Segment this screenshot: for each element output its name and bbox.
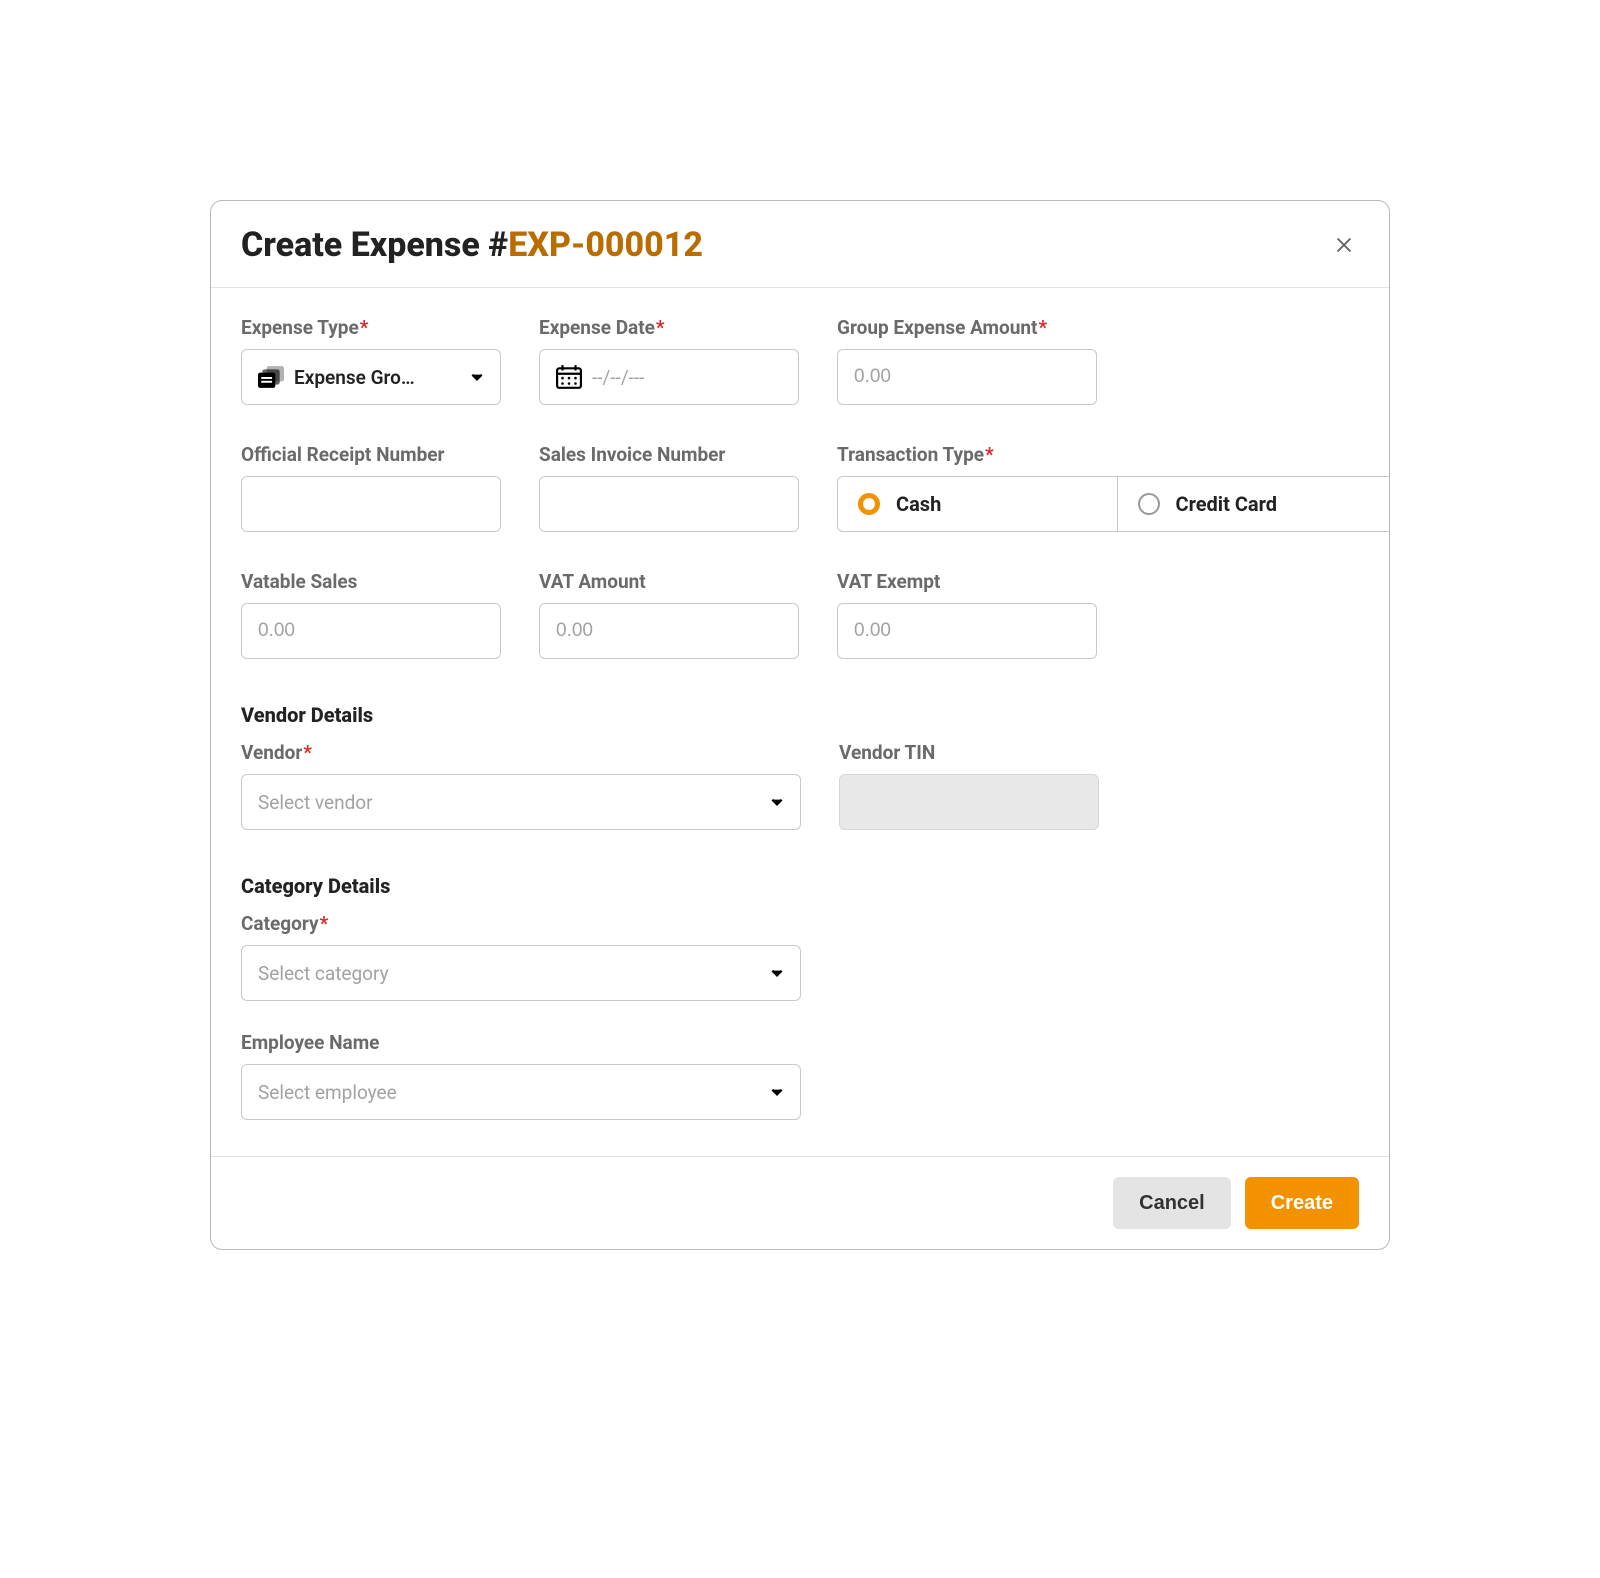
input-expense-date[interactable]: --/--/--- bbox=[539, 349, 799, 405]
chevron-down-icon bbox=[770, 966, 784, 980]
select-expense-type[interactable]: Expense Gro… bbox=[241, 349, 501, 405]
input-vendor-tin bbox=[839, 774, 1099, 830]
radio-cash[interactable]: Cash bbox=[838, 477, 1117, 531]
input-or-number[interactable] bbox=[241, 476, 501, 532]
label-vatable: Vatable Sales bbox=[241, 570, 501, 593]
label-vendor-tin: Vendor TIN bbox=[839, 741, 1099, 764]
radio-credit-card[interactable]: Credit Card bbox=[1117, 477, 1391, 531]
title-expense-id: EXP-000012 bbox=[508, 225, 703, 265]
label-group-amount: Group Expense Amount* bbox=[837, 316, 1097, 339]
modal-header: Create Expense # EXP-000012 bbox=[211, 201, 1389, 288]
field-or-number: Official Receipt Number bbox=[241, 443, 501, 532]
field-vat-amount: VAT Amount bbox=[539, 570, 799, 659]
radio-indicator-cash bbox=[858, 493, 880, 515]
modal-footer: Cancel Create bbox=[211, 1156, 1389, 1249]
chevron-down-icon bbox=[770, 795, 784, 809]
close-button[interactable] bbox=[1329, 230, 1359, 260]
label-expense-date: Expense Date* bbox=[539, 316, 799, 339]
employee-placeholder: Select employee bbox=[258, 1081, 760, 1104]
close-icon bbox=[1333, 234, 1355, 256]
label-or-number: Official Receipt Number bbox=[241, 443, 501, 466]
create-expense-modal: Create Expense # EXP-000012 Expense Type… bbox=[210, 200, 1390, 1250]
modal-title: Create Expense # EXP-000012 bbox=[241, 225, 703, 265]
input-vat-exempt[interactable] bbox=[837, 603, 1097, 659]
label-transaction-type: Transaction Type* bbox=[837, 443, 1390, 466]
input-vatable-sales[interactable] bbox=[241, 603, 501, 659]
field-expense-date: Expense Date* --/--/--- bbox=[539, 316, 799, 405]
field-si-number: Sales Invoice Number bbox=[539, 443, 799, 532]
expense-group-icon bbox=[258, 366, 284, 388]
label-expense-type: Expense Type* bbox=[241, 316, 501, 339]
field-vatable-sales: Vatable Sales bbox=[241, 570, 501, 659]
field-expense-type: Expense Type* Expense Gro… bbox=[241, 316, 501, 405]
section-category-details: Category Details bbox=[241, 874, 1359, 898]
category-placeholder: Select category bbox=[258, 962, 760, 985]
field-vendor: Vendor* Select vendor bbox=[241, 741, 801, 830]
input-group-amount[interactable] bbox=[837, 349, 1097, 405]
cancel-button[interactable]: Cancel bbox=[1113, 1177, 1231, 1229]
vendor-placeholder: Select vendor bbox=[258, 791, 760, 814]
chevron-down-icon bbox=[470, 370, 484, 384]
chevron-down-icon bbox=[770, 1085, 784, 1099]
create-button[interactable]: Create bbox=[1245, 1177, 1359, 1229]
select-employee[interactable]: Select employee bbox=[241, 1064, 801, 1120]
input-si-number[interactable] bbox=[539, 476, 799, 532]
field-group-amount: Group Expense Amount* bbox=[837, 316, 1097, 405]
radio-indicator-credit bbox=[1138, 493, 1160, 515]
modal-body: Expense Type* Expense Gro… bbox=[211, 288, 1389, 1156]
label-vat-exempt: VAT Exempt bbox=[837, 570, 1097, 593]
label-si-number: Sales Invoice Number bbox=[539, 443, 799, 466]
label-vat-amount: VAT Amount bbox=[539, 570, 799, 593]
field-transaction-type: Transaction Type* Cash Credit Card bbox=[837, 443, 1390, 532]
field-vendor-tin: Vendor TIN bbox=[839, 741, 1099, 830]
expense-type-value: Expense Gro… bbox=[294, 366, 460, 389]
title-prefix: Create Expense # bbox=[241, 225, 508, 265]
transaction-type-group: Cash Credit Card bbox=[837, 476, 1390, 532]
label-employee: Employee Name bbox=[241, 1031, 801, 1054]
radio-label-credit: Credit Card bbox=[1176, 492, 1278, 516]
expense-date-placeholder: --/--/--- bbox=[592, 366, 782, 389]
field-employee: Employee Name Select employee bbox=[241, 1031, 801, 1120]
label-vendor: Vendor* bbox=[241, 741, 801, 764]
label-category: Category* bbox=[241, 912, 801, 935]
field-category: Category* Select category bbox=[241, 912, 801, 1001]
input-vat-amount[interactable] bbox=[539, 603, 799, 659]
select-vendor[interactable]: Select vendor bbox=[241, 774, 801, 830]
calendar-icon bbox=[556, 365, 582, 389]
section-vendor-details: Vendor Details bbox=[241, 703, 1359, 727]
radio-label-cash: Cash bbox=[896, 492, 941, 516]
field-vat-exempt: VAT Exempt bbox=[837, 570, 1097, 659]
select-category[interactable]: Select category bbox=[241, 945, 801, 1001]
